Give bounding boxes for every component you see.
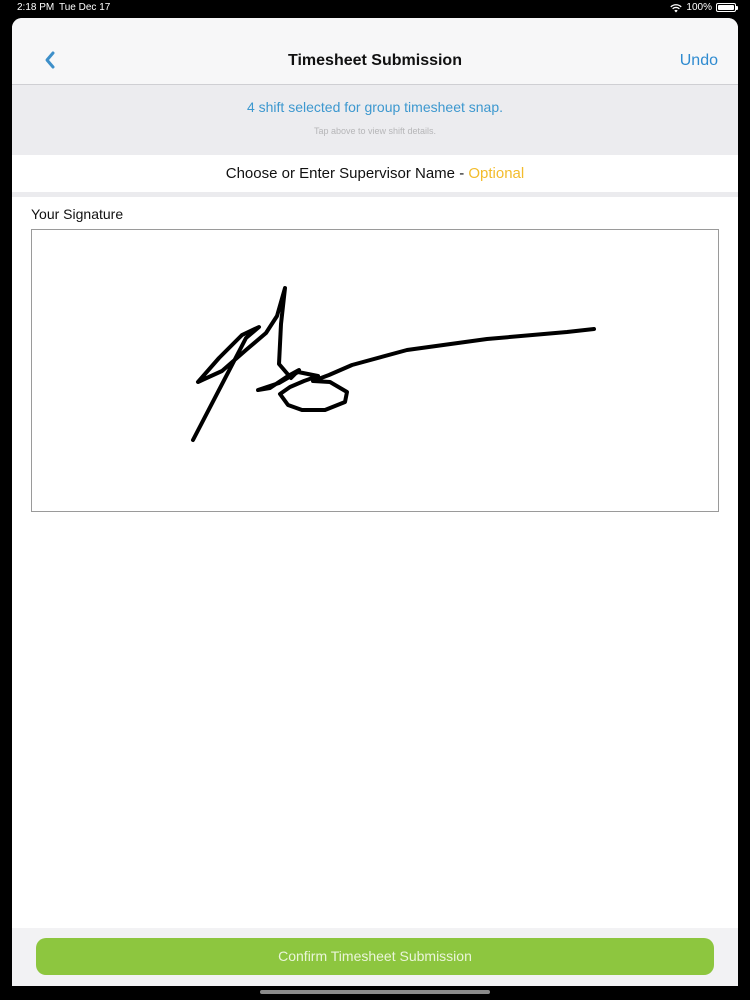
page-title: Timesheet Submission xyxy=(288,52,462,69)
home-indicator xyxy=(260,990,490,994)
status-time: 2:18 PM xyxy=(17,2,55,13)
battery-percent: 100% xyxy=(686,2,712,13)
shift-details-hint: Tap above to view shift details. xyxy=(313,126,437,136)
supervisor-name-field[interactable]: Choose or Enter Supervisor Name - Option… xyxy=(12,156,738,192)
status-date: Tue Dec 17 xyxy=(59,2,111,13)
signature-stroke xyxy=(191,286,596,442)
wifi-icon xyxy=(670,3,683,12)
undo-button[interactable]: Undo xyxy=(680,52,718,70)
shift-selection-text: 4 shift selected for group timesheet sna… xyxy=(246,99,504,115)
signature-label: Your Signature xyxy=(31,206,124,222)
battery-icon xyxy=(716,3,738,12)
confirm-timesheet-button[interactable]: Confirm Timesheet Submission xyxy=(36,938,714,975)
bottom-bar: Confirm Timesheet Submission xyxy=(12,928,738,986)
timesheet-sheet: Timesheet Submission Undo 4 shift select… xyxy=(12,18,738,986)
signature-pad[interactable] xyxy=(31,229,719,512)
status-bar: 2:18 PM Tue Dec 17 100% xyxy=(0,0,750,16)
status-right: 100% xyxy=(670,2,738,13)
shift-selection-banner[interactable]: 4 shift selected for group timesheet sna… xyxy=(12,85,738,155)
nav-bar: Timesheet Submission Undo xyxy=(12,18,738,85)
optional-label: Optional xyxy=(468,165,525,182)
supervisor-prompt: Choose or Enter Supervisor Name - xyxy=(225,165,469,182)
section-divider xyxy=(12,192,738,197)
